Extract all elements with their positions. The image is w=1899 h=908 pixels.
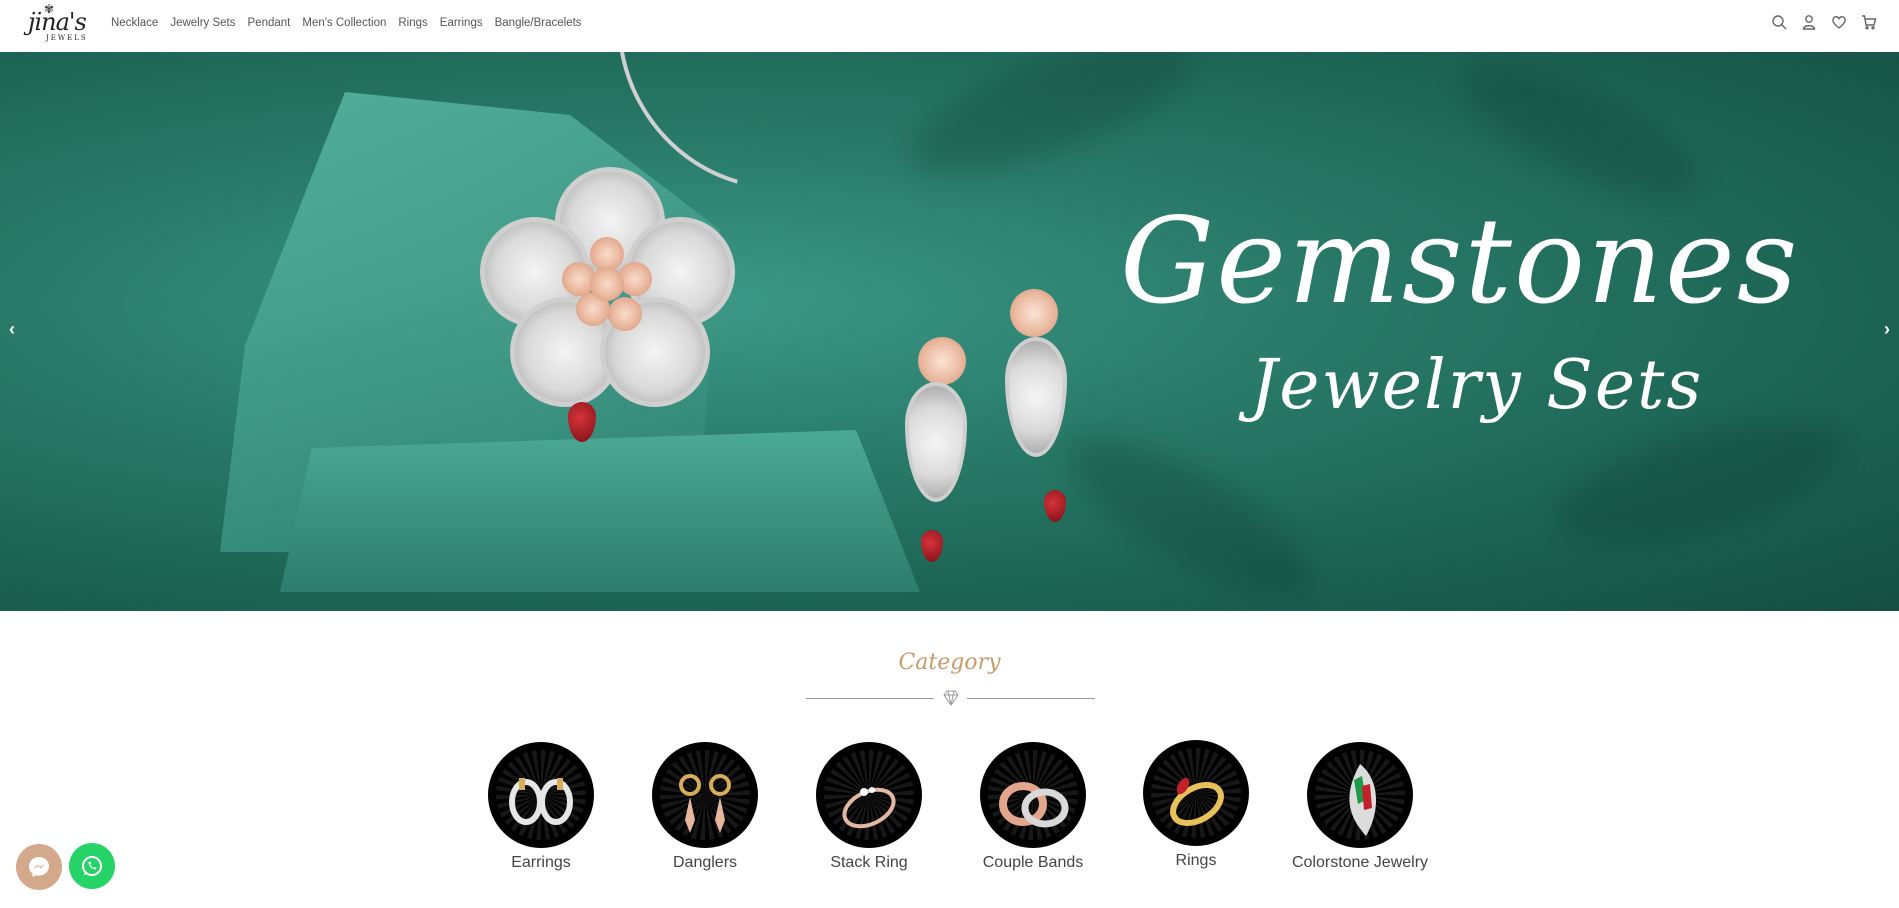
category-stack-ring[interactable]: Stack Ring bbox=[794, 742, 944, 872]
leaf-shadow bbox=[893, 52, 1207, 201]
category-image[interactable] bbox=[1307, 742, 1413, 848]
category-image[interactable] bbox=[652, 742, 758, 848]
category-label[interactable]: Rings bbox=[1121, 852, 1271, 870]
category-image[interactable] bbox=[488, 742, 594, 848]
carousel-prev-arrow[interactable]: ‹ bbox=[9, 319, 15, 340]
category-label[interactable]: Danglers bbox=[630, 854, 780, 872]
category-label[interactable]: Stack Ring bbox=[794, 854, 944, 872]
nav-mens-collection[interactable]: Men's Collection bbox=[302, 17, 386, 29]
category-danglers[interactable]: Danglers bbox=[630, 742, 780, 872]
category-image[interactable] bbox=[980, 742, 1086, 848]
earring-flower bbox=[1010, 289, 1058, 337]
earring-left bbox=[905, 382, 967, 502]
site-header: ✾ jina's JEWELS Necklace Jewelry Sets Pe… bbox=[0, 0, 1899, 52]
messenger-button[interactable] bbox=[16, 844, 62, 890]
nav-earrings[interactable]: Earrings bbox=[440, 17, 483, 29]
category-image[interactable] bbox=[816, 742, 922, 848]
nav-necklace[interactable]: Necklace bbox=[111, 17, 158, 29]
category-colorstone-jewelry[interactable]: Colorstone Jewelry bbox=[1285, 742, 1435, 872]
hero-title: Gemstones bbox=[1120, 192, 1800, 330]
hero-subtitle: Jewelry Sets bbox=[1250, 346, 1704, 425]
header-actions bbox=[1771, 14, 1877, 30]
category-earrings[interactable]: Earrings bbox=[466, 742, 616, 872]
cart-icon[interactable] bbox=[1861, 14, 1877, 30]
flower-pendant bbox=[480, 167, 735, 407]
earring-ruby-right bbox=[1044, 490, 1066, 522]
nav-bangle-bracelets[interactable]: Bangle/Bracelets bbox=[495, 17, 582, 29]
brand-logo[interactable]: ✾ jina's JEWELS bbox=[24, 2, 96, 48]
category-heading: Category bbox=[898, 650, 1001, 675]
earring-ruby-left bbox=[921, 530, 943, 562]
divider-line-left bbox=[806, 698, 934, 699]
brand-name: jina's bbox=[28, 8, 87, 36]
category-couple-bands[interactable]: Couple Bands bbox=[958, 742, 1108, 872]
nav-jewelry-sets[interactable]: Jewelry Sets bbox=[170, 17, 235, 29]
diamond-icon bbox=[943, 690, 959, 706]
messenger-icon bbox=[29, 857, 49, 877]
earring-flower bbox=[918, 337, 966, 385]
category-image[interactable] bbox=[1143, 740, 1249, 846]
nav-pendant[interactable]: Pendant bbox=[248, 17, 291, 29]
divider-line-right bbox=[967, 698, 1095, 699]
main-nav: Necklace Jewelry Sets Pendant Men's Coll… bbox=[111, 17, 594, 29]
leaf-shadow bbox=[1046, 408, 1334, 611]
category-label[interactable]: Couple Bands bbox=[958, 854, 1108, 872]
heart-icon[interactable] bbox=[1831, 14, 1847, 30]
hero-banner[interactable]: Gemstones Jewelry Sets ‹ › bbox=[0, 52, 1899, 611]
brand-tagline: JEWELS bbox=[46, 34, 88, 42]
whatsapp-icon bbox=[82, 856, 102, 876]
whatsapp-button[interactable] bbox=[69, 843, 115, 889]
nav-rings[interactable]: Rings bbox=[398, 17, 427, 29]
category-label[interactable]: Earrings bbox=[466, 854, 616, 872]
carousel-next-arrow[interactable]: › bbox=[1884, 319, 1890, 340]
earring-right bbox=[1005, 337, 1067, 457]
search-icon[interactable] bbox=[1771, 14, 1787, 30]
user-icon[interactable] bbox=[1801, 14, 1817, 30]
category-label[interactable]: Colorstone Jewelry bbox=[1285, 854, 1435, 872]
category-rings[interactable]: Rings bbox=[1121, 740, 1271, 870]
